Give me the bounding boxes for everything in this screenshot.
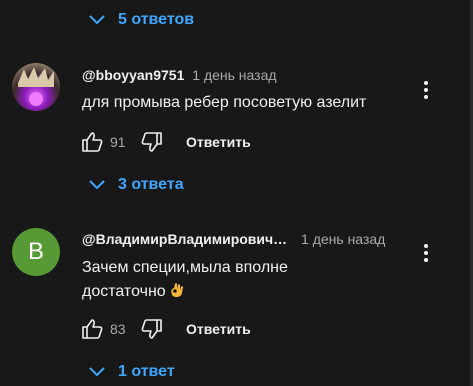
thumbs-up-icon[interactable] [80, 130, 104, 154]
comment-author[interactable]: @ВладимирВладимирович… [82, 231, 287, 247]
kebab-dot [424, 244, 428, 248]
comment-text-line: достаточно [82, 280, 402, 304]
comment-text-span: достаточно [82, 283, 166, 300]
comment-text: Зачем специи,мыла вполне достаточно [82, 256, 402, 304]
more-actions-button[interactable] [420, 241, 432, 265]
comment-text-line: Зачем специи,мыла вполне [82, 259, 288, 276]
chevron-down-icon [89, 180, 105, 190]
ok-hand-emoji-icon [171, 283, 184, 297]
kebab-dot [424, 81, 428, 85]
replies-count-label: 3 ответа [118, 176, 184, 193]
anime-character-avatar-icon [18, 67, 54, 106]
chevron-down-icon [89, 15, 105, 25]
like-count: 91 [110, 134, 126, 150]
kebab-dot [424, 251, 428, 255]
reply-button[interactable]: Ответить [186, 321, 251, 337]
chevron-down-icon [89, 367, 105, 377]
comment-actions: 91 Ответить [80, 130, 251, 154]
comment-header: @ВладимирВладимирович… 1 день назад [82, 231, 385, 247]
more-actions-button[interactable] [420, 78, 432, 102]
kebab-dot [424, 95, 428, 99]
avatar[interactable] [12, 63, 60, 111]
kebab-dot [424, 88, 428, 92]
thumbs-up-icon[interactable] [80, 317, 104, 341]
kebab-dot [424, 258, 428, 262]
thumbs-down-icon[interactable] [140, 317, 164, 341]
comment-text: для промыва ребер посоветую азелит [82, 94, 367, 111]
comment-time[interactable]: 1 день назад [192, 67, 276, 83]
replies-count-label: 1 ответ [118, 363, 175, 380]
comment-actions: 83 Ответить [80, 317, 251, 341]
comment-header: @bboyyan9751 1 день назад [82, 67, 277, 83]
like-count: 83 [110, 321, 126, 337]
reply-button[interactable]: Ответить [186, 134, 251, 150]
show-replies-button[interactable]: 3 ответа [88, 176, 184, 194]
comment-author[interactable]: @bboyyan9751 [82, 67, 184, 83]
thumbs-down-icon[interactable] [140, 130, 164, 154]
comment-time[interactable]: 1 день назад [301, 231, 385, 247]
replies-count-label: 5 ответов [118, 11, 195, 28]
show-replies-button[interactable]: 1 ответ [88, 363, 175, 381]
show-replies-button[interactable]: 5 ответов [88, 11, 194, 29]
avatar[interactable]: В [12, 228, 60, 276]
